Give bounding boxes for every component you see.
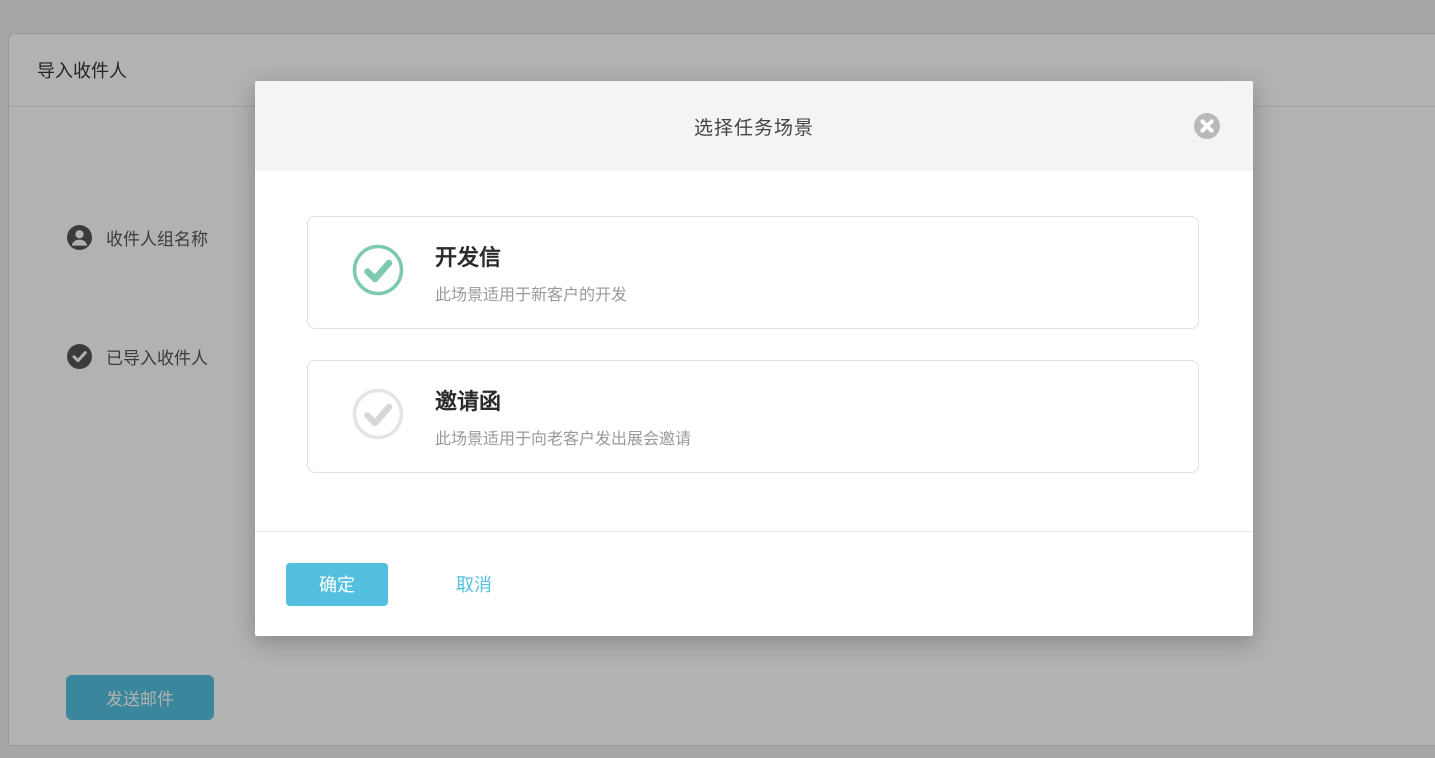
page-root: 导入收件人 收件人组名称 已导入收件人 发送邮件	[0, 0, 1435, 758]
option-card-invitation-letter[interactable]: 邀请函 此场景适用于向老客户发出展会邀请	[307, 360, 1199, 473]
task-scenario-modal: 选择任务场景 开发信	[255, 81, 1253, 636]
unselected-check-circle-icon	[352, 388, 404, 445]
modal-header: 选择任务场景	[255, 81, 1253, 171]
cancel-link[interactable]: 取消	[456, 571, 492, 597]
confirm-button[interactable]: 确定	[286, 563, 388, 606]
close-circle-icon	[1193, 128, 1221, 143]
option-card-development-letter[interactable]: 开发信 此场景适用于新客户的开发	[307, 216, 1199, 329]
modal-footer: 确定 取消	[255, 531, 1253, 636]
close-button[interactable]	[1193, 112, 1221, 140]
modal-title: 选择任务场景	[694, 113, 814, 140]
modal-body: 开发信 此场景适用于新客户的开发 邀请函 此场景适用于向老客户发出展会邀请	[255, 171, 1253, 531]
option-description: 此场景适用于新客户的开发	[435, 281, 627, 305]
selected-check-circle-icon	[352, 244, 404, 301]
option-title: 邀请函	[435, 384, 691, 416]
option-description: 此场景适用于向老客户发出展会邀请	[435, 425, 691, 449]
option-title: 开发信	[435, 240, 627, 272]
